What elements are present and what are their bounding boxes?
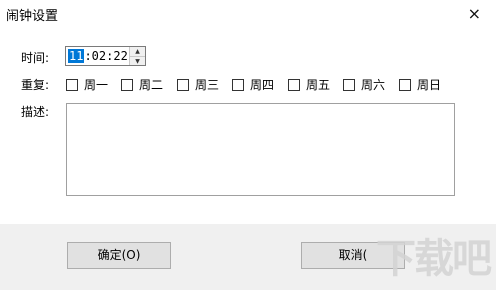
checkbox-box[interactable] [343, 78, 355, 91]
repeat-label: 重复: [21, 78, 50, 92]
close-icon[interactable]: × [468, 4, 481, 23]
time-label: 时间: [21, 51, 50, 65]
description-label: 描述: [21, 105, 50, 119]
spin-up-icon[interactable]: ▲ [130, 47, 145, 57]
checkbox-label: 周五 [306, 78, 331, 92]
checkbox-sunday[interactable]: 周日 [399, 76, 441, 93]
checkbox-tuesday[interactable]: 周二 [121, 76, 163, 93]
description-textarea[interactable] [66, 103, 455, 196]
checkbox-saturday[interactable]: 周六 [343, 76, 385, 93]
spin-down-icon[interactable]: ▼ [130, 57, 145, 66]
checkbox-box[interactable] [66, 78, 78, 91]
checkbox-label: 周二 [139, 78, 164, 92]
window-title: 闹钟设置 [6, 9, 59, 24]
checkbox-box[interactable] [121, 78, 133, 91]
checkbox-friday[interactable]: 周五 [288, 76, 330, 93]
checkbox-box[interactable] [288, 78, 300, 91]
time-hour-segment[interactable]: 11 [68, 49, 85, 63]
time-value[interactable]: 11:02:22 [68, 49, 128, 63]
checkbox-thursday[interactable]: 周四 [232, 76, 274, 93]
ok-button[interactable]: 确定(O) [67, 242, 171, 269]
checkbox-box[interactable] [232, 78, 244, 91]
checkbox-label: 周六 [361, 78, 386, 92]
checkbox-label: 周一 [84, 78, 109, 92]
checkbox-box[interactable] [177, 78, 189, 91]
checkbox-wednesday[interactable]: 周三 [177, 76, 219, 93]
title-bar: 闹钟设置 × [0, 0, 496, 30]
time-spinner[interactable]: 11:02:22 ▲ ▼ [65, 46, 146, 66]
spin-control[interactable]: ▲ ▼ [129, 47, 145, 65]
checkbox-label: 周日 [417, 78, 442, 92]
checkbox-label: 周四 [250, 78, 275, 92]
checkbox-box[interactable] [399, 78, 411, 91]
checkbox-monday[interactable]: 周一 [66, 76, 108, 93]
checkbox-label: 周三 [195, 78, 220, 92]
time-rest-segment[interactable]: :02:22 [84, 49, 127, 63]
watermark-logo: 下载吧 [376, 236, 492, 282]
